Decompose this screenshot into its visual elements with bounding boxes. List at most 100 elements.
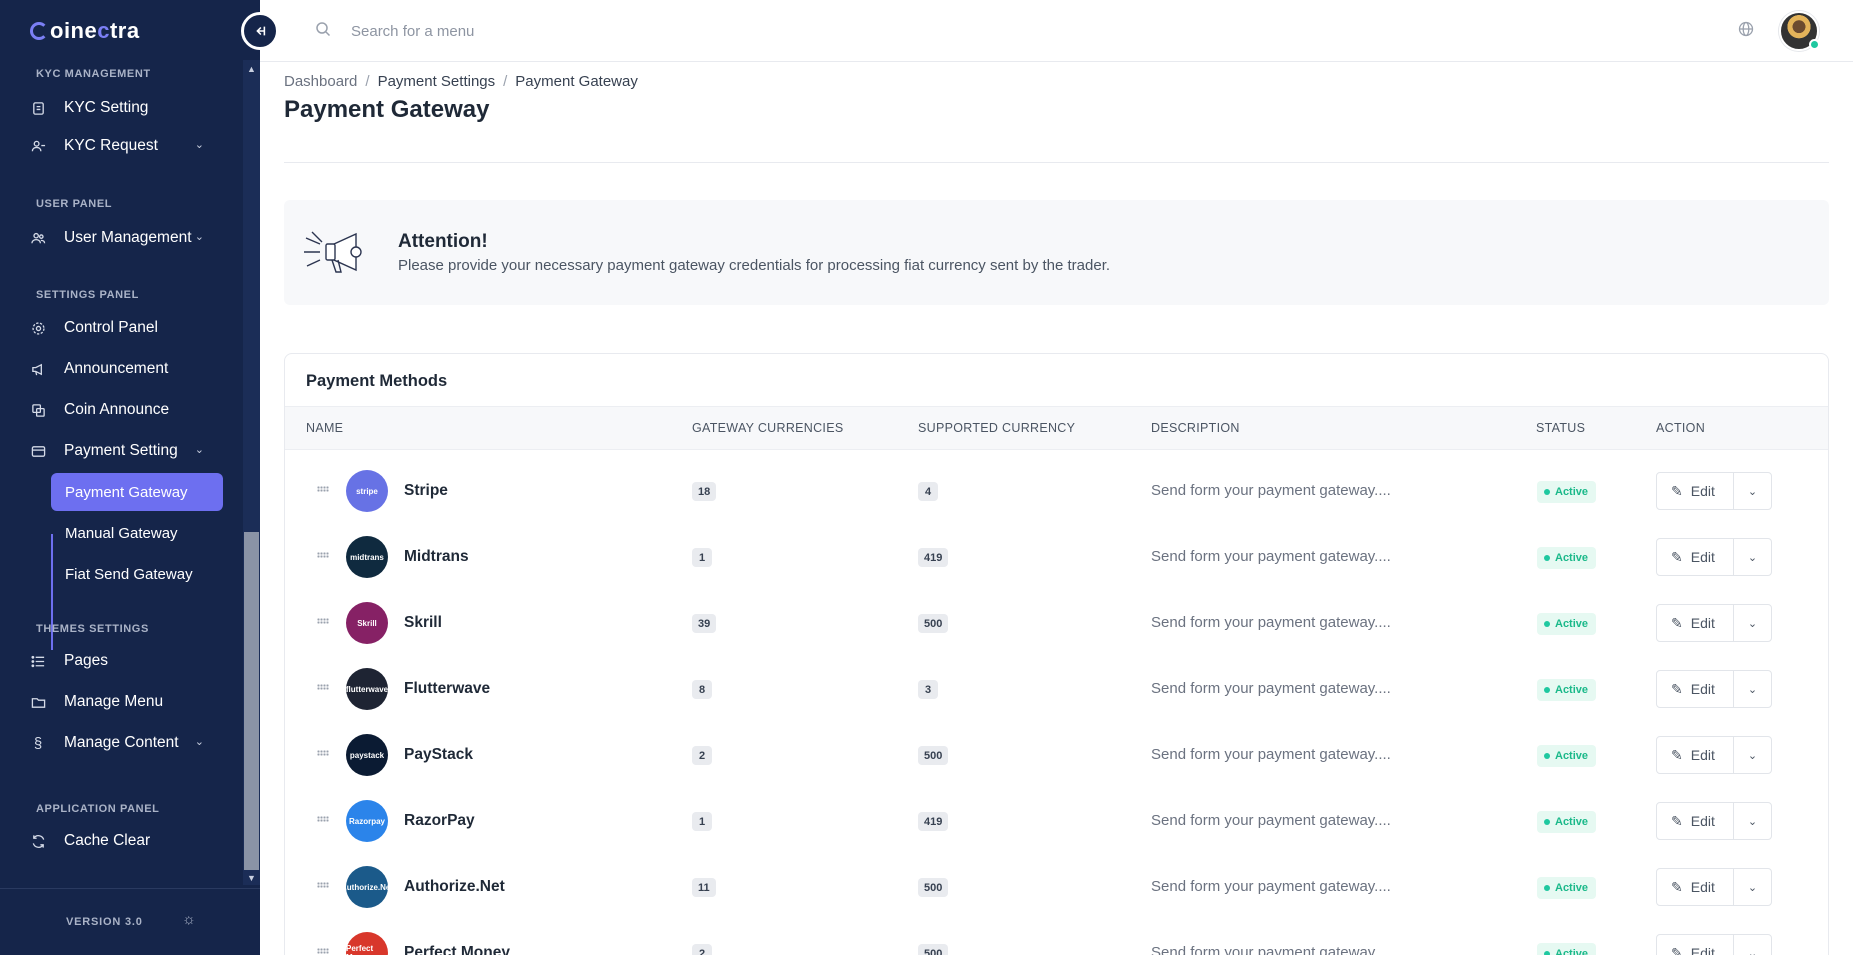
edit-button[interactable]: ✎ Edit [1656,802,1734,840]
language-globe-icon[interactable] [1738,21,1754,42]
supported-currency-count: 419 [918,548,949,567]
chevron-down-icon: ⌄ [194,444,204,456]
drag-handle-icon[interactable] [317,750,329,756]
sidebar: oine c tra KYC MANAGEMENT KYC Setting KYC … [0,0,260,955]
sidebar-menu: KYC MANAGEMENT KYC Setting KYC Request ⌄… [0,60,243,885]
status-badge: Active [1537,679,1597,701]
scroll-down-arrow-icon[interactable]: ▼ [247,873,256,883]
sidebar-item-label: KYC Request [64,137,158,154]
status-badge: Active [1537,745,1597,767]
version-label: VERSION 3.0 [66,916,143,928]
sidebar-item-label: KYC Setting [64,99,149,116]
pencil-icon: ✎ [1671,614,1683,631]
drag-handle-icon[interactable] [317,684,329,690]
megaphone-icon [30,361,46,377]
edit-label: Edit [1690,615,1715,631]
drag-handle-icon[interactable] [317,618,329,624]
sidebar-subitem-fiat-send-gateway[interactable]: Fiat Send Gateway [51,555,223,593]
drag-handle-icon[interactable] [317,552,329,558]
sidebar-subitem-payment-gateway[interactable]: Payment Gateway [51,473,223,511]
status-badge: Active [1537,481,1597,503]
sidebar-subitem-manual-gateway[interactable]: Manual Gateway [51,514,223,552]
top-bar [260,0,1853,62]
sidebar-item-control-panel[interactable]: Control Panel [30,309,222,347]
online-status-dot [1809,39,1820,50]
logo-text-accent: c [97,18,110,43]
action-dropdown-button[interactable]: ⌄ [1733,934,1772,955]
action-dropdown-button[interactable]: ⌄ [1733,472,1772,510]
sidebar-item-cache-clear[interactable]: Cache Clear [30,822,222,860]
drag-handle-icon[interactable] [317,486,329,492]
sidebar-item-kyc-request[interactable]: KYC Request ⌄ [30,127,222,165]
gateway-logo: stripe [346,470,388,512]
sidebar-item-manage-menu[interactable]: Manage Menu [30,683,222,721]
list-icon [30,653,46,669]
sidebar-item-coin-announce[interactable]: Coin Announce [30,391,222,429]
gateway-currencies-count: 2 [692,746,712,765]
sidebar-section-user: USER PANEL [36,198,113,210]
sidebar-scrollbar[interactable]: ▲ ▼ [243,60,260,885]
gateway-currencies-count: 18 [692,482,717,501]
search-icon [315,21,331,42]
breadcrumb-dashboard[interactable]: Dashboard [284,73,357,90]
chevron-down-icon: ⌄ [1747,551,1758,564]
table-row: paystack PayStack 2 500 Send form your payme… [285,722,1828,788]
sidebar-item-kyc-setting[interactable]: KYC Setting [30,89,222,127]
action-dropdown-button[interactable]: ⌄ [1733,538,1772,576]
gear-icon [30,320,46,336]
scroll-up-arrow-icon[interactable]: ▲ [247,64,256,74]
action-dropdown-button[interactable]: ⌄ [1733,736,1772,774]
divider [284,162,1829,163]
kyc-setting-icon [30,100,46,116]
scrollbar-thumb[interactable] [244,532,259,870]
edit-button[interactable]: ✎ Edit [1656,538,1734,576]
sidebar-section-themes: THEMES SETTINGS [36,623,149,635]
breadcrumb-payment-settings[interactable]: Payment Settings [378,73,496,90]
attention-banner: Attention! Please provide your necessary… [284,200,1829,305]
status-badge: Active [1537,547,1597,569]
edit-label: Edit [1690,681,1715,697]
gateway-description: Send form your payment gateway.... [1151,680,1391,697]
gateway-description: Send form your payment gateway.... [1151,944,1391,955]
sidebar-item-manage-content[interactable]: § Manage Content ⌄ [30,724,222,762]
drag-handle-icon[interactable] [317,816,329,822]
sidebar-item-label: Announcement [64,360,169,377]
payment-methods-card: Payment Methods NAME GATEWAY CURRENCIES … [284,353,1829,955]
brand-logo[interactable]: oine c tra [30,18,140,44]
user-group-icon [30,230,46,246]
collapse-sidebar-button[interactable] [241,12,279,50]
page-title: Payment Gateway [284,96,490,123]
theme-toggle-sun-icon[interactable]: ☼ [182,911,196,928]
search-input[interactable] [351,18,751,44]
user-avatar[interactable] [1779,11,1820,51]
sidebar-section-application: APPLICATION PANEL [36,803,160,815]
sidebar-item-payment-setting[interactable]: Payment Setting ⌄ [30,432,222,470]
sidebar-item-user-management[interactable]: User Management ⌄ [30,219,222,257]
edit-button[interactable]: ✎ Edit [1656,736,1734,774]
column-header-gateway-currencies: GATEWAY CURRENCIES [692,421,844,435]
action-dropdown-button[interactable]: ⌄ [1733,670,1772,708]
gateway-description: Send form your payment gateway.... [1151,878,1391,895]
table-header: NAME GATEWAY CURRENCIES SUPPORTED CURREN… [285,406,1828,450]
gateway-logo: flutterwave [346,668,388,710]
edit-button[interactable]: ✎ Edit [1656,604,1734,642]
attention-title: Attention! [398,231,488,252]
edit-button[interactable]: ✎ Edit [1656,868,1734,906]
action-dropdown-button[interactable]: ⌄ [1733,868,1772,906]
chevron-down-icon: ⌄ [194,139,204,151]
gateway-logo: paystack [346,734,388,776]
action-dropdown-button[interactable]: ⌄ [1733,802,1772,840]
gateway-currencies-count: 39 [692,614,717,633]
sidebar-item-announcement[interactable]: Announcement [30,350,222,388]
coinectra-logo-icon [30,22,48,40]
edit-button[interactable]: ✎ Edit [1656,670,1734,708]
chevron-down-icon: ⌄ [1747,749,1758,762]
edit-label: Edit [1690,879,1715,895]
sidebar-item-pages[interactable]: Pages [30,642,222,680]
supported-currency-count: 4 [918,482,938,501]
action-dropdown-button[interactable]: ⌄ [1733,604,1772,642]
edit-button[interactable]: ✎ Edit [1656,472,1734,510]
drag-handle-icon[interactable] [317,948,329,954]
edit-button[interactable]: ✎ Edit [1656,934,1734,955]
drag-handle-icon[interactable] [317,882,329,888]
